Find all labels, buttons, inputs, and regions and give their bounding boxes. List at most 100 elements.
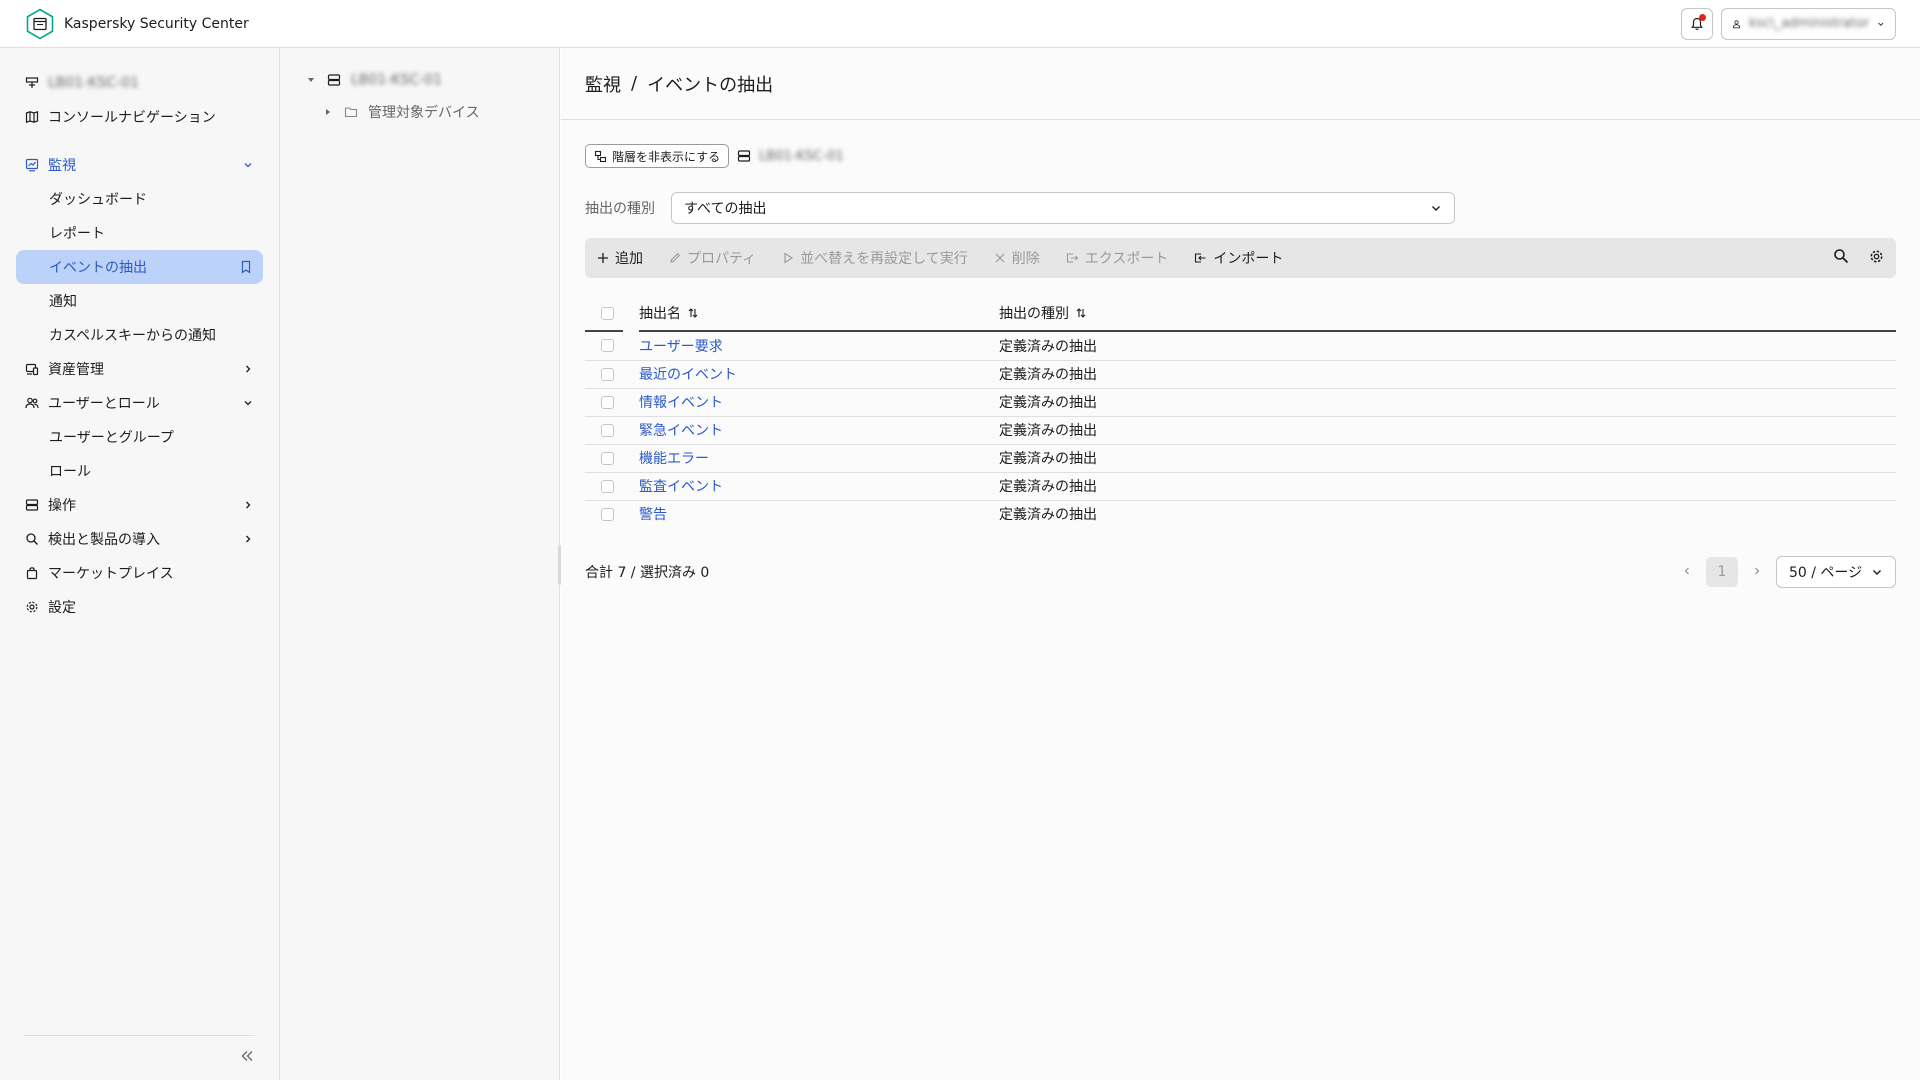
app-title: Kaspersky Security Center — [64, 15, 249, 32]
sidebar-item-label: 検出と製品の導入 — [48, 532, 160, 548]
chevron-down-icon — [241, 396, 255, 410]
table-header-row: 抽出名 抽出の種別 — [585, 296, 1896, 332]
tree-server-name: LB01-KSC-01 — [351, 72, 442, 88]
sidebar-item-label: 設定 — [48, 600, 76, 616]
selection-type-select[interactable]: すべての抽出 — [671, 192, 1455, 224]
chevron-right-icon[interactable] — [1752, 564, 1762, 580]
selection-type-label: 抽出の種別 — [585, 201, 655, 217]
export-button[interactable]: エクスポート — [1066, 248, 1168, 268]
export-icon — [1066, 253, 1079, 263]
row-checkbox[interactable] — [601, 339, 614, 353]
close-icon — [995, 253, 1005, 263]
selection-name-link[interactable]: ユーザー要求 — [639, 339, 723, 355]
sidebar-item-asset-management[interactable]: 資産管理 — [0, 352, 279, 386]
hierarchy-server-name: LB01-KSC-01 — [759, 148, 844, 164]
page-size-select[interactable]: 50 / ページ — [1776, 556, 1896, 588]
tree-node-managed-devices[interactable]: 管理対象デバイス — [280, 96, 559, 128]
caret-down-icon[interactable] — [303, 76, 319, 84]
tree-node-server[interactable]: LB01-KSC-01 — [280, 64, 559, 96]
row-checkbox[interactable] — [601, 367, 614, 381]
server-icon — [24, 497, 40, 513]
sidebar-item-dashboard[interactable]: ダッシュボード — [0, 182, 279, 216]
sidebar-item-settings[interactable]: 設定 — [0, 590, 279, 624]
kaspersky-logo-icon — [26, 8, 54, 39]
selection-name-link[interactable]: 警告 — [639, 507, 667, 523]
hide-hierarchy-label: 階層を非表示にする — [612, 149, 721, 164]
top-bar: Kaspersky Security Center ksc\_administr… — [0, 0, 1920, 48]
reorder-run-button[interactable]: 並べ替えを再設定して実行 — [782, 248, 968, 268]
gear-icon[interactable] — [1869, 249, 1884, 268]
chevron-down-icon — [241, 158, 255, 172]
notification-badge — [1699, 13, 1706, 21]
add-label: 追加 — [615, 251, 643, 267]
table-row[interactable]: 最近のイベント 定義済みの抽出 — [585, 360, 1896, 389]
row-checkbox[interactable] — [601, 479, 614, 493]
bag-icon — [24, 565, 40, 581]
selection-name-link[interactable]: 緊急イベント — [639, 423, 723, 439]
selection-name-link[interactable]: 最近のイベント — [639, 367, 737, 383]
collapse-sidebar-icon[interactable] — [239, 1049, 255, 1067]
sort-icon[interactable] — [687, 307, 699, 319]
table-row[interactable]: ユーザー要求 定義済みの抽出 — [585, 332, 1896, 361]
add-button[interactable]: 追加 — [597, 248, 643, 268]
sidebar-item-reports[interactable]: レポート — [0, 216, 279, 250]
sidebar-item-notifications[interactable]: 通知 — [0, 284, 279, 318]
sidebar-footer — [24, 1035, 255, 1080]
sidebar-item-roles[interactable]: ロール — [0, 454, 279, 488]
name-column-label: 抽出名 — [639, 306, 681, 322]
server-icon — [327, 72, 343, 88]
type-column-header[interactable]: 抽出の種別 — [983, 296, 1896, 332]
selection-name-link[interactable]: 監査イベント — [639, 479, 723, 495]
selection-name-link[interactable]: 情報イベント — [639, 395, 723, 411]
delete-button[interactable]: 削除 — [994, 248, 1040, 268]
row-checkbox[interactable] — [601, 423, 614, 437]
sidebar-item-discovery-deployment[interactable]: 検出と製品の導入 — [0, 522, 279, 556]
row-checkbox[interactable] — [601, 395, 614, 409]
hide-hierarchy-button[interactable]: 階層を非表示にする — [585, 144, 730, 168]
sidebar-item-server[interactable]: LB01-KSC-01 — [0, 66, 279, 100]
select-all-checkbox[interactable] — [601, 306, 614, 320]
properties-button[interactable]: プロパティ — [669, 248, 756, 268]
sidebar-item-label: ロール — [49, 464, 91, 480]
sidebar-item-operations[interactable]: 操作 — [0, 488, 279, 522]
sidebar-item-label: カスペルスキーからの通知 — [49, 328, 217, 344]
sidebar-item-console-navigation[interactable]: コンソールナビゲーション — [0, 100, 279, 134]
folder-icon — [344, 104, 360, 120]
sort-icon[interactable] — [1075, 307, 1087, 319]
row-checkbox[interactable] — [601, 507, 614, 521]
user-menu-button[interactable]: ksc\_administrator — [1721, 7, 1896, 40]
table-row[interactable]: 情報イベント 定義済みの抽出 — [585, 388, 1896, 417]
sidebar-item-users-roles[interactable]: ユーザーとロール — [0, 386, 279, 420]
name-column-header[interactable]: 抽出名 — [623, 296, 983, 332]
selection-type-cell: 定義済みの抽出 — [999, 338, 1097, 355]
notifications-button[interactable] — [1681, 7, 1713, 40]
hierarchy-icon — [594, 150, 607, 162]
sidebar-item-label: 監視 — [48, 158, 76, 174]
caret-right-icon[interactable] — [320, 108, 336, 116]
page-number[interactable]: 1 — [1706, 557, 1738, 587]
selection-name-link[interactable]: 機能エラー — [639, 451, 709, 467]
sidebar-item-event-selections[interactable]: イベントの抽出 — [16, 250, 263, 284]
breadcrumb-parent[interactable]: 監視 — [585, 71, 621, 97]
device-tree-panel: LB01-KSC-01 管理対象デバイス — [280, 48, 560, 1080]
sidebar-item-monitoring[interactable]: 監視 — [0, 148, 279, 182]
selection-type-cell: 定義済みの抽出 — [999, 451, 1097, 467]
table-row[interactable]: 機能エラー 定義済みの抽出 — [585, 444, 1896, 473]
sidebar-item-users-groups[interactable]: ユーザーとグループ — [0, 420, 279, 454]
bookmark-icon[interactable] — [239, 260, 253, 274]
import-label: インポート — [1213, 251, 1284, 267]
table-row[interactable]: 緊急イベント 定義済みの抽出 — [585, 416, 1896, 445]
sidebar-item-marketplace[interactable]: マーケットプレイス — [0, 556, 279, 590]
app-logo[interactable]: Kaspersky Security Center — [24, 8, 249, 40]
breadcrumb-separator: / — [631, 73, 638, 94]
page-title: イベントの抽出 — [647, 74, 774, 96]
table-row[interactable]: 警告 定義済みの抽出 — [585, 500, 1896, 528]
server-tree-icon — [24, 75, 40, 91]
table-row[interactable]: 監査イベント 定義済みの抽出 — [585, 472, 1896, 501]
search-icon[interactable] — [1833, 248, 1849, 268]
chevron-left-icon[interactable] — [1682, 564, 1692, 580]
selection-type-cell: 定義済みの抽出 — [999, 367, 1097, 383]
row-checkbox[interactable] — [601, 451, 614, 465]
import-button[interactable]: インポート — [1194, 248, 1283, 268]
sidebar-item-kaspersky-notifications[interactable]: カスペルスキーからの通知 — [0, 318, 279, 352]
